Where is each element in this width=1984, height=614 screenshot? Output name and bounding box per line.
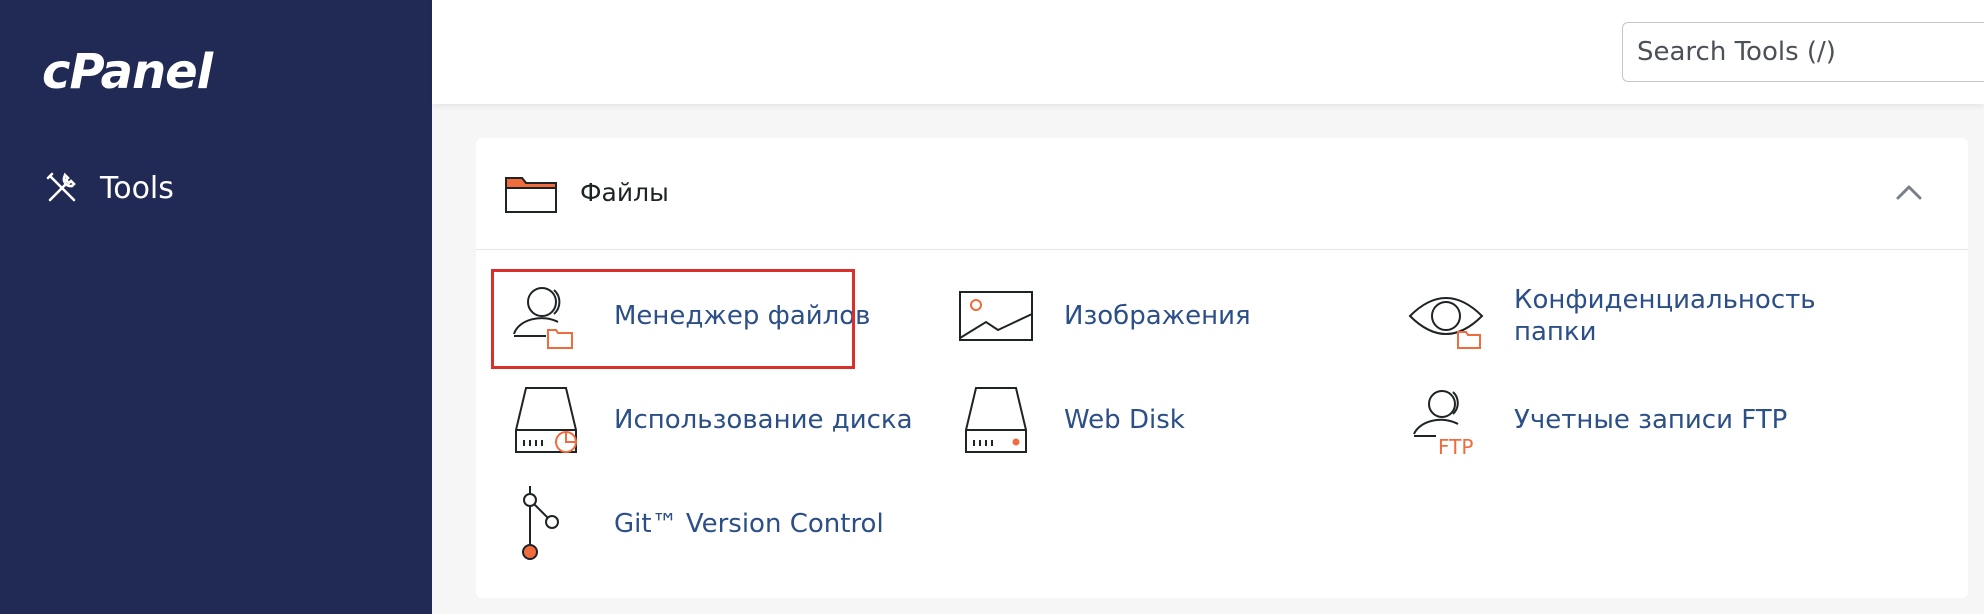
git-icon	[522, 486, 559, 560]
tool-label: Использование диска	[614, 404, 913, 435]
tool-label: Учетные записи FTP	[1514, 404, 1788, 435]
images-icon	[959, 291, 1033, 341]
sidebar: cPanel Tools	[0, 0, 432, 614]
tool-disk-usage[interactable]: Использование диска	[506, 380, 913, 460]
section-title: Файлы	[580, 178, 669, 207]
file-manager-icon	[513, 287, 573, 349]
svg-text:FTP: FTP	[1438, 435, 1473, 459]
tools-icon	[46, 172, 76, 202]
directory-privacy-icon	[1408, 297, 1484, 349]
tool-web-disk[interactable]: Web Disk	[956, 380, 1185, 460]
web-disk-icon	[965, 387, 1027, 453]
tool-ftp-accounts[interactable]: FTP Учетные записи FTP	[1406, 380, 1787, 460]
tool-directory-privacy[interactable]: Конфиденциальность папки	[1406, 276, 1844, 356]
cpanel-logo[interactable]: cPanel	[42, 48, 213, 96]
ftp-accounts-icon: FTP	[1413, 390, 1473, 459]
sidebar-item-tools[interactable]: Tools	[44, 170, 174, 206]
tool-git-version-control[interactable]: Git™ Version Control	[506, 484, 884, 564]
tool-label: Изображения	[1064, 300, 1251, 331]
tool-label: Менеджер файлов	[614, 300, 871, 331]
section-header[interactable]: Файлы	[476, 138, 1968, 250]
files-section: Файлы Менеджер файлов Изображения Конфид	[476, 138, 1968, 598]
tool-label: Web Disk	[1064, 404, 1185, 435]
tool-label: Git™ Version Control	[614, 508, 884, 539]
disk-usage-icon	[515, 387, 577, 453]
tool-images[interactable]: Изображения	[956, 276, 1251, 356]
tool-file-manager[interactable]: Менеджер файлов	[506, 276, 871, 356]
chevron-up-icon[interactable]	[1892, 178, 1926, 208]
sidebar-item-label: Tools	[100, 170, 174, 206]
tool-label: Конфиденциальность папки	[1514, 284, 1816, 347]
search-input[interactable]	[1622, 22, 1984, 82]
folder-icon	[505, 177, 557, 213]
top-bar	[432, 0, 1984, 104]
